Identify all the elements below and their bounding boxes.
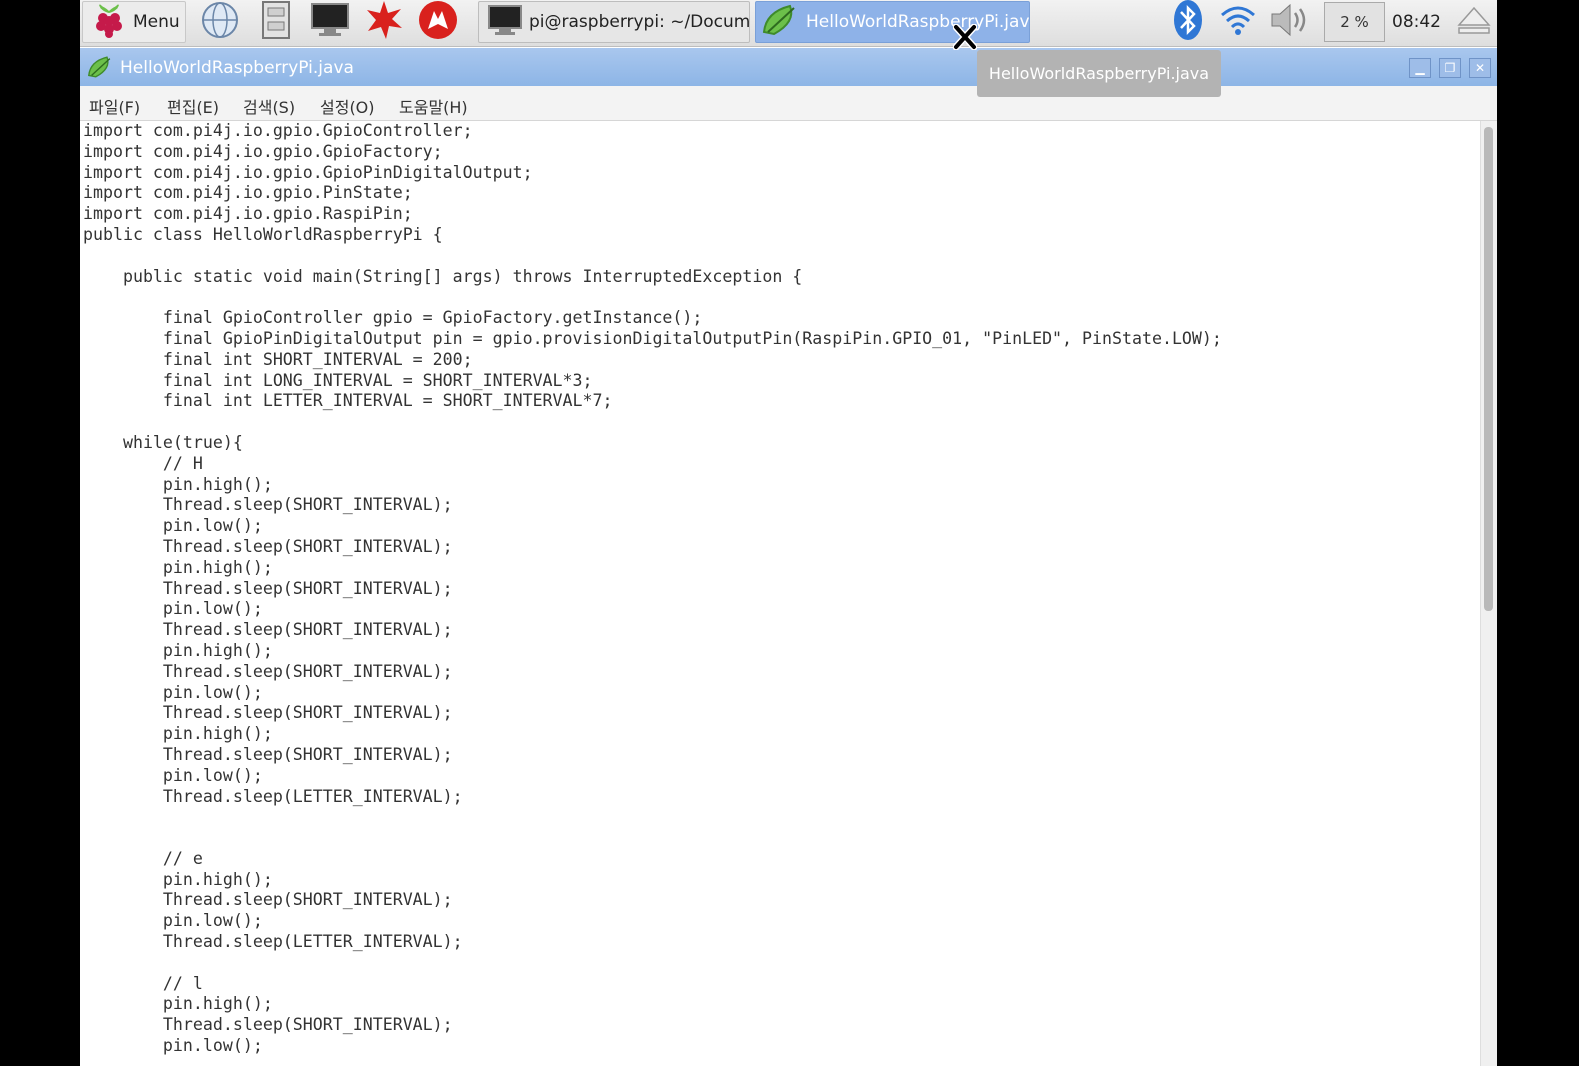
scrollbar-thumb[interactable] bbox=[1484, 127, 1493, 611]
raspberry-icon bbox=[91, 1, 127, 43]
menu-file[interactable]: 파일(F) bbox=[89, 94, 140, 118]
code-editor[interactable]: import com.pi4j.io.gpio.GpioController; … bbox=[80, 121, 1480, 1066]
close-icon: ✕ bbox=[1474, 61, 1486, 75]
text-editor-icon bbox=[760, 2, 800, 42]
menu-label: Menu bbox=[133, 12, 180, 32]
close-button[interactable]: ✕ bbox=[1469, 58, 1491, 78]
minimize-button[interactable]: ▁ bbox=[1409, 58, 1431, 78]
cpu-usage-monitor[interactable]: 2 % bbox=[1324, 2, 1385, 42]
text-editor-icon bbox=[86, 54, 114, 84]
file-manager-launcher[interactable] bbox=[252, 1, 300, 43]
task-tooltip: HelloWorldRaspberryPi.java bbox=[977, 50, 1221, 97]
bluetooth-icon bbox=[1172, 0, 1204, 45]
task-terminal[interactable]: pi@raspberrypi: ~/Docume... bbox=[478, 1, 750, 43]
menu-bar: 파일(F) 편집(E) 검색(S) 설정(O) 도움말(H) bbox=[80, 86, 1497, 121]
menu-button[interactable]: Menu bbox=[82, 1, 186, 43]
mathematica-launcher[interactable] bbox=[360, 1, 408, 43]
task-label: pi@raspberrypi: ~/Docume... bbox=[529, 12, 750, 32]
window-titlebar[interactable]: HelloWorldRaspberryPi.java ▁ ❐ ✕ bbox=[80, 48, 1497, 86]
wolfram-launcher[interactable] bbox=[414, 1, 462, 43]
monitor-icon bbox=[310, 2, 350, 42]
volume-indicator[interactable] bbox=[1266, 1, 1314, 43]
terminal-launcher[interactable] bbox=[306, 1, 354, 43]
wolf-icon bbox=[417, 0, 459, 45]
minimize-icon: ▁ bbox=[1415, 61, 1425, 75]
source-code[interactable]: import com.pi4j.io.gpio.GpioController; … bbox=[80, 121, 1480, 1057]
bluetooth-indicator[interactable] bbox=[1164, 0, 1212, 45]
clock[interactable]: 08:42 bbox=[1392, 12, 1441, 32]
restore-icon: ❐ bbox=[1444, 61, 1456, 75]
task-label: HelloWorldRaspberryPi.java bbox=[806, 12, 1030, 32]
vertical-scrollbar[interactable] bbox=[1480, 121, 1497, 1066]
window-title: HelloWorldRaspberryPi.java bbox=[120, 58, 354, 78]
globe-icon bbox=[200, 0, 240, 44]
eject-icon bbox=[1456, 4, 1492, 40]
eject-button[interactable] bbox=[1450, 1, 1497, 43]
desktop-screen: Menu pi@raspberrypi: ~/Docum HelloWorldR… bbox=[80, 0, 1497, 1066]
menu-settings[interactable]: 설정(O) bbox=[320, 94, 375, 118]
web-browser-launcher[interactable] bbox=[196, 1, 244, 43]
red-star-icon bbox=[364, 0, 404, 44]
speaker-icon bbox=[1268, 1, 1312, 43]
terminal-icon bbox=[487, 4, 523, 41]
wifi-indicator[interactable] bbox=[1214, 1, 1262, 43]
menu-search[interactable]: 검색(S) bbox=[243, 94, 295, 118]
maximize-button[interactable]: ❐ bbox=[1439, 58, 1461, 78]
mouse-cursor-icon bbox=[952, 23, 978, 54]
taskbar: Menu pi@raspberrypi: ~/Docum HelloWorldR… bbox=[80, 0, 1497, 47]
menu-edit[interactable]: 편집(E) bbox=[167, 94, 219, 118]
menu-help[interactable]: 도움말(H) bbox=[399, 94, 468, 118]
wifi-icon bbox=[1218, 3, 1258, 41]
task-editor[interactable]: HelloWorldRaspberryPi.java bbox=[755, 1, 1030, 43]
filing-cabinet-icon bbox=[260, 0, 292, 44]
